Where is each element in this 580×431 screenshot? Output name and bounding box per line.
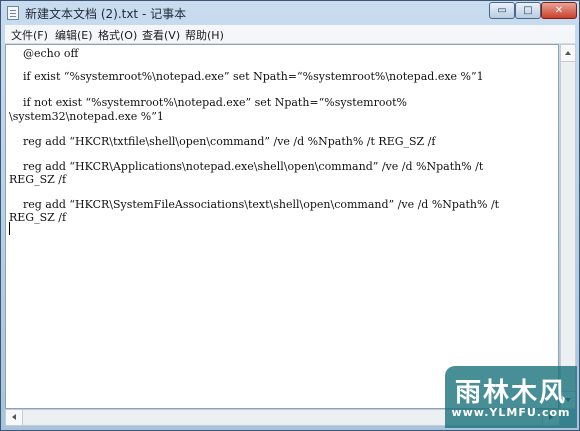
- text-line: @echo off: [9, 47, 79, 60]
- text-line: reg add “HKCR\txtfile\shell\open\command…: [9, 135, 436, 148]
- menu-view[interactable]: 查看(V): [142, 27, 180, 43]
- menu-format[interactable]: 格式(O): [98, 27, 137, 43]
- text-line: if exist “%systemroot%\notepad.exe” set …: [9, 70, 484, 83]
- scroll-left-arrow-icon[interactable]: [6, 410, 23, 425]
- maximize-button[interactable]: □: [515, 2, 541, 19]
- title-bar[interactable]: 新建文本文档 (2).txt - 记事本 ▭ □ ✕: [1, 1, 579, 25]
- text-line: reg add “HKCR\SystemFileAssociations\tex…: [9, 198, 500, 211]
- watermark-logo: 雨林木风 www.YLMFU.com: [445, 366, 577, 428]
- window-title: 新建文本文档 (2).txt - 记事本: [25, 7, 187, 21]
- text-line: \system32\notepad.exe %”1: [9, 110, 164, 123]
- menu-edit[interactable]: 编辑(E): [55, 27, 93, 43]
- text-line: REG_SZ /f: [9, 173, 67, 186]
- scroll-up-arrow-icon[interactable]: [561, 45, 575, 62]
- menu-help[interactable]: 帮助(H): [185, 27, 224, 43]
- text-line: REG_SZ /f: [9, 211, 67, 224]
- menu-bar: 文件(F) 编辑(E) 格式(O) 查看(V) 帮助(H): [5, 25, 575, 44]
- minimize-button[interactable]: ▭: [489, 2, 515, 19]
- text-line: reg add “HKCR\Applications\notepad.exe\s…: [9, 160, 484, 173]
- watermark-url: www.YLMFU.com: [451, 406, 571, 419]
- watermark-logo-text: 雨林木风: [454, 378, 567, 408]
- text-caret: [9, 222, 10, 235]
- notepad-app-icon: [7, 6, 19, 20]
- close-button[interactable]: ✕: [541, 2, 577, 19]
- menu-file[interactable]: 文件(F): [11, 27, 48, 43]
- text-line: if not exist “%systemroot%\notepad.exe” …: [9, 96, 407, 109]
- vertical-scrollbar[interactable]: [560, 44, 576, 409]
- text-editor[interactable]: @echo off if exist “%systemroot%\notepad…: [5, 44, 559, 409]
